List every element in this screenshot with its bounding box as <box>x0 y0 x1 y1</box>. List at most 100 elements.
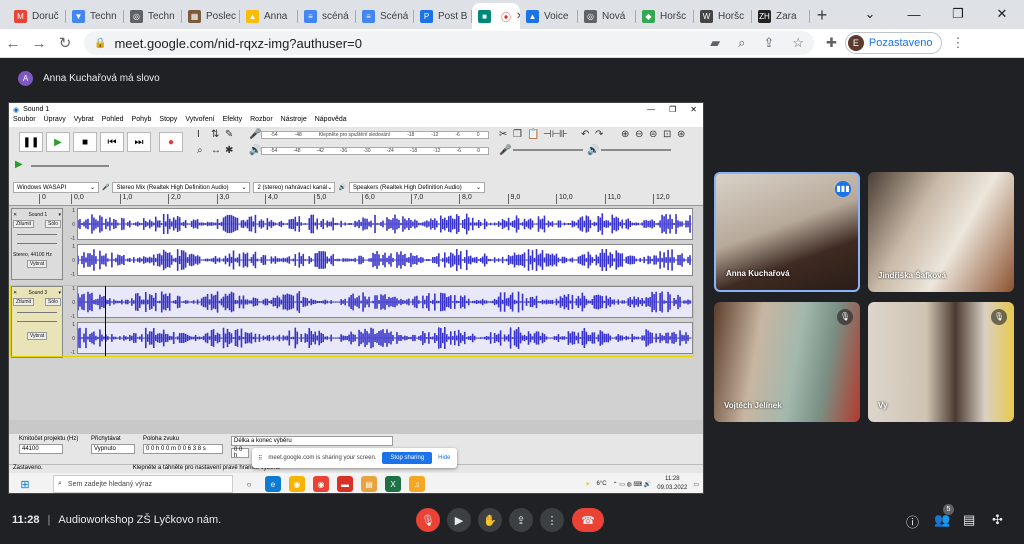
solo-button[interactable]: Sólo <box>44 220 61 228</box>
track-area[interactable]: ✕ Sound 1 ▾ Ztlumit Sólo Stereo, 44100 Hz Vybr… <box>9 206 703 420</box>
select-track-button[interactable]: Vybrat <box>26 260 48 268</box>
undo-icon[interactable]: ↶ <box>581 129 589 140</box>
extensions-icon[interactable]: ✚ <box>826 35 837 51</box>
info-icon[interactable]: ⓘ <box>906 512 919 531</box>
shared-screen[interactable]: ◉ Sound 1 — ❐ ✕ Soubor Úpravy Vybrat Pohled… <box>8 102 704 494</box>
timeshift-tool-icon[interactable]: ↔ <box>211 145 221 156</box>
browser-tab[interactable]: ≡ Scéná <box>356 3 414 29</box>
browser-tab[interactable]: ▼ Techn <box>66 3 124 29</box>
menu-item[interactable]: Rozbor <box>250 116 273 127</box>
menu-item[interactable]: Nástroje <box>281 116 307 127</box>
skip-start-button[interactable]: ⏮ <box>100 132 124 152</box>
zoom-toggle-icon[interactable]: ⊛ <box>677 129 685 140</box>
chrome-yellow-icon[interactable]: ◉ <box>289 476 305 492</box>
stop-button[interactable]: ■ <box>73 132 97 152</box>
browser-tab[interactable]: ▦ Poslec <box>182 3 240 29</box>
menu-item[interactable]: Efekty <box>223 116 242 127</box>
notification-icon[interactable]: ▭ <box>693 481 699 488</box>
restore-button[interactable]: ❐ <box>936 0 980 28</box>
camera-icon[interactable]: ▰ <box>710 35 720 51</box>
redo-icon[interactable]: ↷ <box>595 129 603 140</box>
browser-tab[interactable]: ZH Zara <box>752 3 810 29</box>
tray-icons[interactable]: ⌃ ▭ ◍ ⌨ 🔊 <box>613 481 652 488</box>
envelope-tool-icon[interactable]: ⇅ <box>211 129 219 140</box>
zoom-in-icon[interactable]: ⊕ <box>621 129 629 140</box>
copy-icon[interactable]: ❐ <box>513 129 522 140</box>
amplitude-scale[interactable]: 1 0 -1 <box>65 208 75 242</box>
gain-slider[interactable] <box>17 234 57 235</box>
close-track-icon[interactable]: ✕ <box>13 212 17 218</box>
mute-button[interactable]: Ztlumit <box>13 220 34 228</box>
file-explorer-icon[interactable]: ▤ <box>361 476 377 492</box>
silence-icon[interactable]: ⊪ <box>559 129 568 140</box>
minimize-icon[interactable]: — <box>647 105 655 114</box>
track-area-empty[interactable] <box>9 420 703 434</box>
host-select[interactable]: Windows WASAPI ⌄ <box>13 182 99 193</box>
close-window-button[interactable]: ✕ <box>980 0 1024 28</box>
reload-icon[interactable]: ↻ <box>52 34 78 52</box>
chat-icon[interactable]: ▤ <box>963 512 975 528</box>
close-icon[interactable]: ✕ <box>690 105 697 114</box>
share-icon[interactable]: ⇪ <box>763 35 774 51</box>
menu-item[interactable]: Pohyb <box>132 116 152 127</box>
zoom-tool-icon[interactable]: ⌕ <box>197 145 203 156</box>
participant-tile[interactable]: Jindřiška Šafková <box>868 172 1014 292</box>
waveform[interactable] <box>77 208 693 240</box>
edge-icon[interactable]: e <box>265 476 281 492</box>
menu-item[interactable]: Pohled <box>102 116 124 127</box>
chrome-icon[interactable]: ◉ <box>313 476 329 492</box>
channels-select[interactable]: 2 (stereo) nahrávací kanál ⌄ <box>253 182 336 193</box>
taskbar-search[interactable]: ⌕ Sem zadejte hledaný výraz <box>53 475 233 493</box>
track-name[interactable]: Sound 1 <box>29 212 48 218</box>
menu-item[interactable]: Vytvoření <box>185 116 214 127</box>
skip-end-button[interactable]: ⏭ <box>127 132 151 152</box>
play-speed-slider[interactable] <box>31 165 109 167</box>
browser-tab[interactable]: ≡ scéná <box>298 3 356 29</box>
project-rate-select[interactable]: 44100 <box>19 444 63 454</box>
record-button[interactable]: ● <box>159 132 183 152</box>
raise-hand-button[interactable]: ✋ <box>478 508 502 532</box>
end-call-button[interactable]: ☎ <box>572 508 604 532</box>
waveform[interactable] <box>77 244 693 276</box>
app-red-icon[interactable]: ▬ <box>337 476 353 492</box>
minimize-button[interactable]: — <box>892 0 936 28</box>
browser-tab[interactable]: M Doruč <box>8 3 66 29</box>
more-options-button[interactable]: ⋮ <box>540 508 564 532</box>
zoom-out-icon[interactable]: ⊖ <box>635 129 643 140</box>
taskbar-clock[interactable]: 11:28 09.03.2022 <box>657 475 687 493</box>
amplitude-scale[interactable]: 1 0 -1 <box>65 244 75 278</box>
activities-icon[interactable]: ✣ <box>992 512 1003 528</box>
paste-icon[interactable]: 📋 <box>527 129 539 140</box>
forward-icon[interactable]: → <box>26 35 52 52</box>
tab-search-icon[interactable]: ⌄ <box>848 0 892 28</box>
browser-tab[interactable]: ◎ Techn <box>124 3 182 29</box>
mic-volume-slider[interactable] <box>513 149 583 151</box>
browser-tab[interactable]: ▲ Anna <box>240 3 298 29</box>
audacity-taskbar-icon[interactable]: ♫ <box>409 476 425 492</box>
excel-icon[interactable]: X <box>385 476 401 492</box>
speaker-volume-slider[interactable] <box>601 149 671 151</box>
browser-tab[interactable]: ◎ Nová <box>578 3 636 29</box>
stop-sharing-button[interactable]: Stop sharing <box>382 452 433 464</box>
pause-button[interactable]: ❚❚ <box>19 132 43 152</box>
snap-select[interactable]: Vypnuto <box>91 444 135 454</box>
participant-tile[interactable]: 🎙 Vy <box>868 302 1014 422</box>
browser-tab[interactable]: ▲ Voice <box>520 3 578 29</box>
participant-tile[interactable]: ▮▮▮ Anna Kuchařová <box>714 172 860 292</box>
selection-input[interactable]: 0 0 h <box>231 447 249 459</box>
maximize-icon[interactable]: ❐ <box>669 105 676 114</box>
record-meter[interactable]: -54 -48 Klepněte pro spuštění sledování … <box>261 131 489 139</box>
cut-icon[interactable]: ✂ <box>499 129 507 140</box>
timeline-ruler[interactable]: 0 0,0 1,0 2,0 3,0 4,0 5,0 6,0 7,0 8,0 9,0 10,0 11,0 1… <box>9 194 703 206</box>
trim-icon[interactable]: ⊣⊢ <box>543 129 560 140</box>
menu-item[interactable]: Soubor <box>13 116 36 127</box>
selection-tool-icon[interactable]: I <box>197 129 200 140</box>
menu-item[interactable]: Nápověda <box>315 116 347 127</box>
play-button[interactable]: ▶ <box>46 132 70 152</box>
browser-tab[interactable]: ◆ Horšc <box>636 3 694 29</box>
output-device-select[interactable]: Speakers (Realtek High Definition Audio)… <box>348 182 485 193</box>
task-view-icon[interactable]: ○ <box>241 476 257 492</box>
track-menu-icon[interactable]: ▾ <box>58 212 61 218</box>
mic-off-button[interactable]: 🎙 <box>416 508 440 532</box>
browser-tab[interactable]: ■⦿✕ <box>472 3 520 29</box>
